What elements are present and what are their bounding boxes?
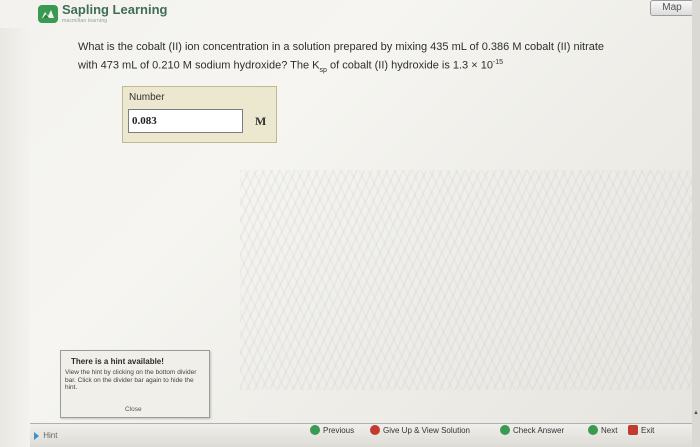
question-line-1: What is the cobalt (II) ion concentratio…: [78, 41, 605, 53]
question-line-2: with 473 mL of 0.210 M sodium hydroxide?…: [78, 55, 678, 78]
hint-popup-text: View the hint by clicking on the bottom …: [65, 369, 197, 391]
question-text: What is the cobalt (II) ion concentratio…: [78, 40, 678, 78]
exponent: -15: [492, 59, 504, 66]
hint-popup-title: There is a hint available!: [71, 357, 164, 366]
hint-tab-label: Hint: [43, 431, 58, 440]
bottom-divider-bar[interactable]: Hint Previous Give Up & View Solution Ch…: [30, 423, 700, 447]
answer-box: Number 0.083 M: [122, 86, 277, 143]
give-up-x-icon: [370, 424, 380, 435]
exit-label: Exit: [641, 426, 655, 435]
hint-tab[interactable]: Hint: [30, 428, 76, 444]
map-label: Map: [662, 2, 682, 13]
right-scrollbar[interactable]: ▲: [692, 0, 700, 447]
question-line-2-pre: with 473 mL of 0.210 M sodium hydroxide?…: [78, 59, 320, 72]
header: Sapling Learning macmillan learning Map: [0, 0, 700, 28]
answer-unit: M: [255, 114, 267, 128]
previous-arrow-icon: [310, 424, 320, 435]
map-button[interactable]: Map: [650, 0, 694, 16]
question-line-2-mid: of cobalt (II) hydroxide is 1.3 × 10: [326, 59, 493, 72]
brand-title: Sapling Learning: [62, 2, 168, 17]
play-triangle-icon: [34, 431, 39, 440]
previous-label: Previous: [323, 426, 355, 435]
hint-close-button[interactable]: Close: [125, 406, 142, 413]
answer-input[interactable]: 0.083: [128, 109, 243, 133]
next-arrow-icon: [588, 424, 598, 435]
give-up-label: Give Up & View Solution: [383, 426, 471, 435]
previous-button[interactable]: Previous: [310, 424, 354, 438]
left-margin: [0, 28, 30, 447]
hint-popup: There is a hint available! View the hint…: [60, 350, 210, 418]
check-icon: [500, 424, 510, 435]
exit-button[interactable]: Exit: [628, 424, 654, 438]
give-up-button[interactable]: Give Up & View Solution: [370, 424, 470, 438]
check-answer-label: Check Answer: [513, 426, 565, 435]
sapling-logo-icon: [38, 5, 58, 23]
check-answer-button[interactable]: Check Answer: [500, 424, 564, 438]
exit-icon: [628, 424, 638, 435]
screen-moire-pattern: [240, 170, 700, 390]
sapling-window: Sapling Learning macmillan learning Map …: [0, 0, 700, 447]
next-label: Next: [601, 426, 618, 435]
scroll-up-arrow-icon[interactable]: ▲: [693, 410, 699, 418]
next-button[interactable]: Next: [588, 424, 617, 438]
answer-label: Number: [129, 92, 165, 103]
brand-subtitle: macmillan learning: [62, 18, 108, 24]
ksp-subscript: sp: [319, 66, 327, 74]
